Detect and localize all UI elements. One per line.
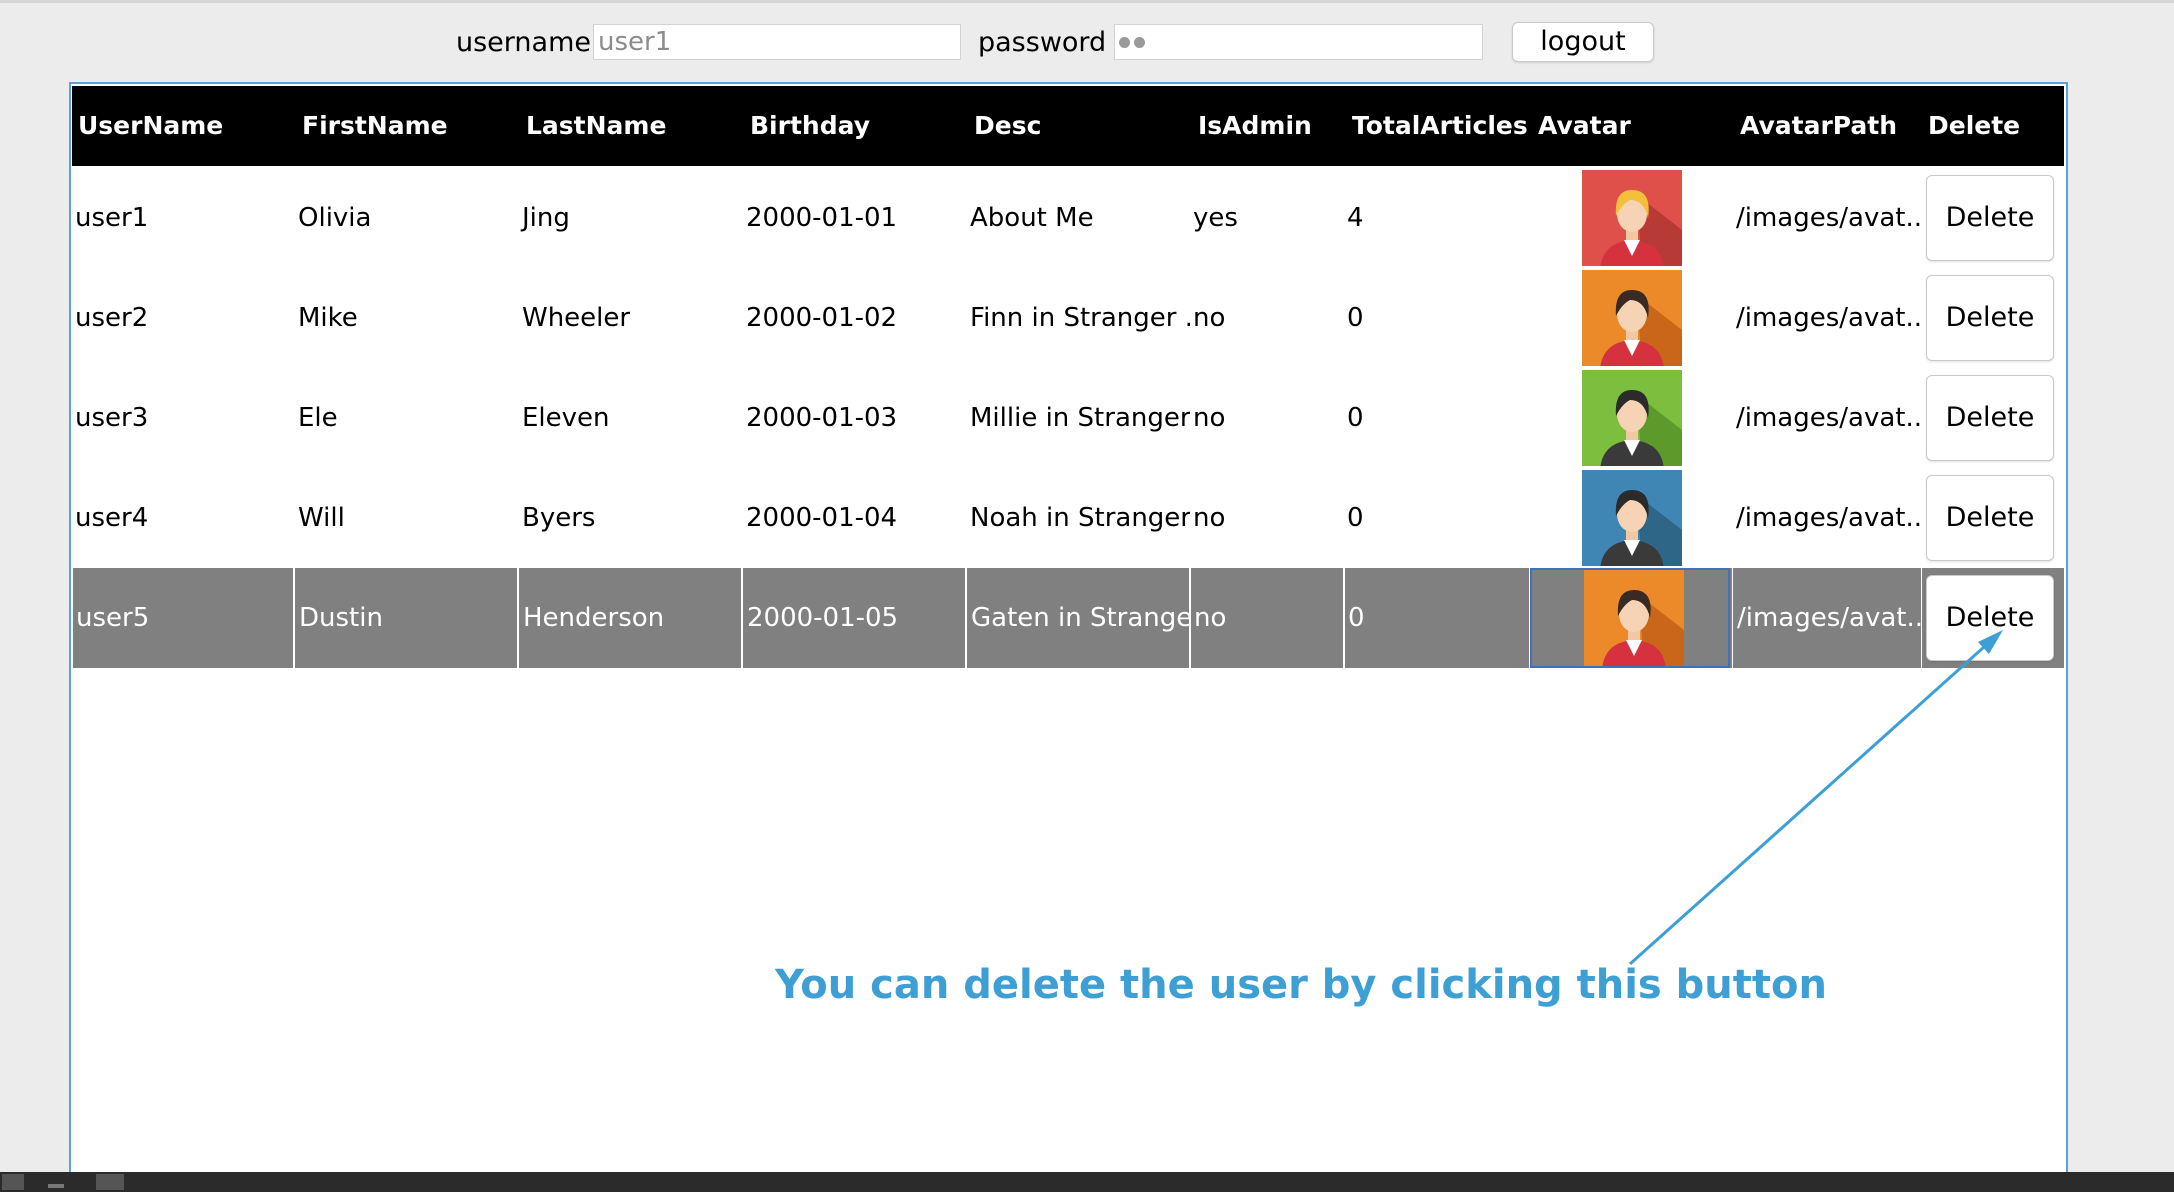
cell-desc[interactable]: About Me [966,168,1190,268]
sidebar-toggle-icon[interactable] [2,1174,24,1190]
table-row[interactable]: user5 Dustin Henderson 2000-01-05 Gaten … [72,568,2064,668]
cell-firstname[interactable]: Ele [294,368,518,468]
table-row[interactable]: user2 Mike Wheeler 2000-01-02 Finn in St… [72,268,2064,368]
cell-firstname[interactable]: Dustin [294,568,518,668]
cell-lastname[interactable]: Jing [518,168,742,268]
cell-isadmin[interactable]: no [1190,368,1344,468]
column-header-avatarpath[interactable]: AvatarPath [1740,86,1897,166]
table-row[interactable]: user4 Will Byers 2000-01-04 Noah in Stra… [72,468,2064,568]
cell-username[interactable]: user3 [72,368,294,468]
cell-lastname[interactable]: Byers [518,468,742,568]
cell-avatarpath[interactable]: /images/avat... [1732,568,1922,668]
woman-dark-hair-avatar [1582,270,1682,366]
column-header-delete[interactable]: Delete [1928,86,2020,166]
logout-button[interactable]: logout [1512,22,1654,62]
cell-avatar[interactable] [1530,468,1730,568]
username-field[interactable]: user1 [593,24,961,60]
cell-isadmin[interactable]: no [1190,268,1344,368]
column-header-username[interactable]: UserName [78,86,223,166]
cell-desc[interactable]: Millie in Stranger... [966,368,1190,468]
column-header-desc[interactable]: Desc [974,86,1041,166]
annotation-text: You can delete the user by clicking this… [775,962,1827,1008]
cell-lastname[interactable]: Henderson [518,568,742,668]
delete-button[interactable]: Delete [1926,375,2054,461]
woman-suit-avatar [1582,370,1682,466]
delete-button[interactable]: Delete [1926,275,2054,361]
password-label: password [978,27,1107,58]
cell-avatar[interactable] [1530,368,1730,468]
table-header: UserName FirstName LastName Birthday Des… [72,86,2064,166]
sort-icon[interactable] [96,1174,124,1190]
table-row[interactable]: user3 Ele Eleven 2000-01-03 Millie in St… [72,368,2064,468]
cell-avatarpath[interactable]: /images/avat... [1732,368,1922,468]
column-header-avatar[interactable]: Avatar [1538,86,1631,166]
column-header-isadmin[interactable]: IsAdmin [1198,86,1312,166]
cell-isadmin[interactable]: no [1190,468,1344,568]
delete-button[interactable]: Delete [1926,575,2054,661]
cell-totalarticles[interactable]: 0 [1344,368,1530,468]
password-dot [1119,37,1130,48]
username-label: username [456,27,591,58]
woman-blonde-avatar [1582,170,1682,266]
cell-username[interactable]: user5 [72,568,294,668]
cell-firstname[interactable]: Will [294,468,518,568]
window-top-edge [0,0,2174,3]
cell-desc[interactable]: Noah in Stranger... [966,468,1190,568]
cell-avatarpath[interactable]: /images/avat... [1732,268,1922,368]
cell-totalarticles[interactable]: 0 [1344,268,1530,368]
man-suit-avatar [1582,470,1682,566]
cell-avatar[interactable] [1530,268,1730,368]
cell-isadmin[interactable]: no [1190,568,1344,668]
cell-totalarticles[interactable]: 0 [1344,568,1530,668]
cell-avatarpath[interactable]: /images/avat... [1732,468,1922,568]
status-strip [0,1172,2174,1192]
cell-firstname[interactable]: Mike [294,268,518,368]
cell-birthday[interactable]: 2000-01-03 [742,368,966,468]
cell-lastname[interactable]: Wheeler [518,268,742,368]
cell-avatar[interactable] [1530,168,1730,268]
cell-username[interactable]: user1 [72,168,294,268]
cell-desc[interactable]: Gaten in Strange... [966,568,1190,668]
cell-birthday[interactable]: 2000-01-04 [742,468,966,568]
cell-firstname[interactable]: Olivia [294,168,518,268]
password-dot [1134,37,1145,48]
cell-birthday[interactable]: 2000-01-05 [742,568,966,668]
column-header-lastname[interactable]: LastName [526,86,666,166]
cell-username[interactable]: user2 [72,268,294,368]
minimize-icon[interactable] [48,1184,64,1188]
cell-birthday[interactable]: 2000-01-01 [742,168,966,268]
column-header-totalarticles[interactable]: TotalArticles [1352,86,1528,166]
cell-totalarticles[interactable]: 4 [1344,168,1530,268]
cell-totalarticles[interactable]: 0 [1344,468,1530,568]
delete-button[interactable]: Delete [1926,475,2054,561]
delete-button[interactable]: Delete [1926,175,2054,261]
woman-dark-hair-avatar [1584,570,1684,666]
cell-isadmin[interactable]: yes [1190,168,1344,268]
cell-desc[interactable]: Finn in Stranger ... [966,268,1190,368]
cell-birthday[interactable]: 2000-01-02 [742,268,966,368]
cell-lastname[interactable]: Eleven [518,368,742,468]
cell-avatarpath[interactable]: /images/avat... [1732,168,1922,268]
cell-avatar[interactable] [1530,568,1730,668]
table-row[interactable]: user1 Olivia Jing 2000-01-01 About Me ye… [72,168,2064,268]
cell-username[interactable]: user4 [72,468,294,568]
password-field[interactable] [1114,24,1483,60]
column-header-firstname[interactable]: FirstName [302,86,448,166]
column-header-birthday[interactable]: Birthday [750,86,870,166]
